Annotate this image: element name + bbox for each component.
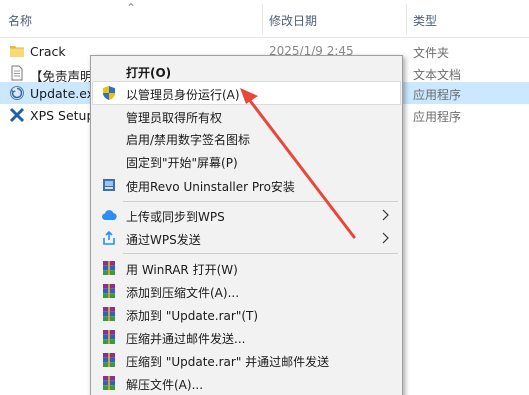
winrar-icon (103, 353, 115, 367)
share-icon (103, 230, 115, 245)
revo-uninstaller-icon (103, 179, 115, 191)
menu-item-compress-update-email[interactable]: 压缩到 "Update.rar" 并通过邮件发送 (93, 349, 400, 371)
menu-separator (123, 201, 398, 202)
menu-item-label: 管理员取得所有权 (126, 111, 223, 125)
menu-item-pin-start[interactable]: 固定到"开始"屏幕(P) (93, 150, 400, 172)
menu-item-run-as-admin[interactable]: 以管理员身份运行(A) (92, 81, 401, 105)
sort-up-icon: ⌃ (126, 1, 137, 15)
menu-item-winrar-open[interactable]: 用 WinRAR 打开(W) (93, 257, 400, 279)
menu-item-wps-send[interactable]: 通过WPS发送 (93, 227, 400, 249)
menu-item-label: 固定到"开始"屏幕(P) (126, 156, 238, 170)
menu-item-extract[interactable]: 解压文件(A)... (93, 372, 400, 394)
file-type: 文件夹 (413, 46, 450, 60)
menu-item-compress-email[interactable]: 压缩并通过邮件发送... (93, 326, 400, 348)
column-name-header[interactable]: 名称 (8, 12, 32, 29)
menu-item-open[interactable]: 打开(O) (93, 60, 400, 82)
menu-item-revo-uninstaller[interactable]: 使用Revo Uninstaller Pro安装 (93, 174, 400, 196)
file-name: Crack (30, 44, 66, 59)
menu-item-take-ownership[interactable]: 管理员取得所有权 (93, 105, 400, 127)
file-type: 应用程序 (413, 88, 462, 102)
menu-item-label: 添加到压缩文件(A)... (126, 286, 240, 300)
column-type-header[interactable]: 类型 (413, 12, 437, 29)
file-name: Update.ex (30, 86, 95, 101)
winrar-icon (103, 261, 115, 275)
cloud-icon (101, 210, 117, 221)
winrar-icon (103, 284, 115, 298)
folder-icon (10, 46, 24, 57)
chevron-right-icon (382, 232, 389, 244)
menu-item-label: 添加到 "Update.rar"(T) (126, 309, 259, 323)
context-menu: 打开(O) 以管理员身份运行(A) 管理员取得所有权 启用/禁用数字签名图标 固… (90, 55, 403, 395)
menu-item-label: 解压文件(A)... (126, 378, 204, 392)
menu-item-label: 启用/禁用数字签名图标 (126, 133, 251, 147)
text-file-icon (11, 65, 23, 81)
column-header-bar: ⌃ 名称 修改日期 类型 (0, 0, 529, 38)
menu-item-label: 使用Revo Uninstaller Pro安装 (126, 180, 295, 194)
menu-item-label: 压缩到 "Update.rar" 并通过邮件发送 (126, 355, 330, 369)
menu-item-label: 用 WinRAR 打开(W) (126, 263, 238, 277)
chevron-right-icon (382, 209, 389, 221)
menu-item-label: 打开(O) (126, 66, 172, 80)
column-divider[interactable] (262, 4, 263, 34)
uac-shield-icon (103, 86, 115, 100)
menu-item-add-update-rar[interactable]: 添加到 "Update.rar"(T) (93, 303, 400, 325)
menu-item-add-to-archive[interactable]: 添加到压缩文件(A)... (93, 280, 400, 302)
column-date-header[interactable]: 修改日期 (269, 12, 317, 29)
column-divider[interactable] (406, 4, 407, 34)
menu-item-label: 上传或同步到WPS (126, 210, 225, 224)
winrar-icon (103, 376, 115, 390)
exe-icon (10, 86, 24, 100)
menu-separator (123, 253, 398, 254)
menu-item-label: 通过WPS发送 (126, 233, 201, 247)
menu-item-label: 压缩并通过邮件发送... (126, 332, 246, 346)
xps-icon (9, 107, 25, 123)
menu-item-signature-icon[interactable]: 启用/禁用数字签名图标 (93, 127, 400, 149)
winrar-icon (103, 330, 115, 344)
winrar-icon (103, 307, 115, 321)
file-name: XPS Setup (30, 108, 95, 123)
menu-item-label: 以管理员身份运行(A) (126, 88, 240, 102)
menu-item-wps-upload[interactable]: 上传或同步到WPS (93, 204, 400, 226)
file-type: 应用程序 (413, 110, 462, 124)
file-type: 文本文档 (413, 68, 462, 82)
